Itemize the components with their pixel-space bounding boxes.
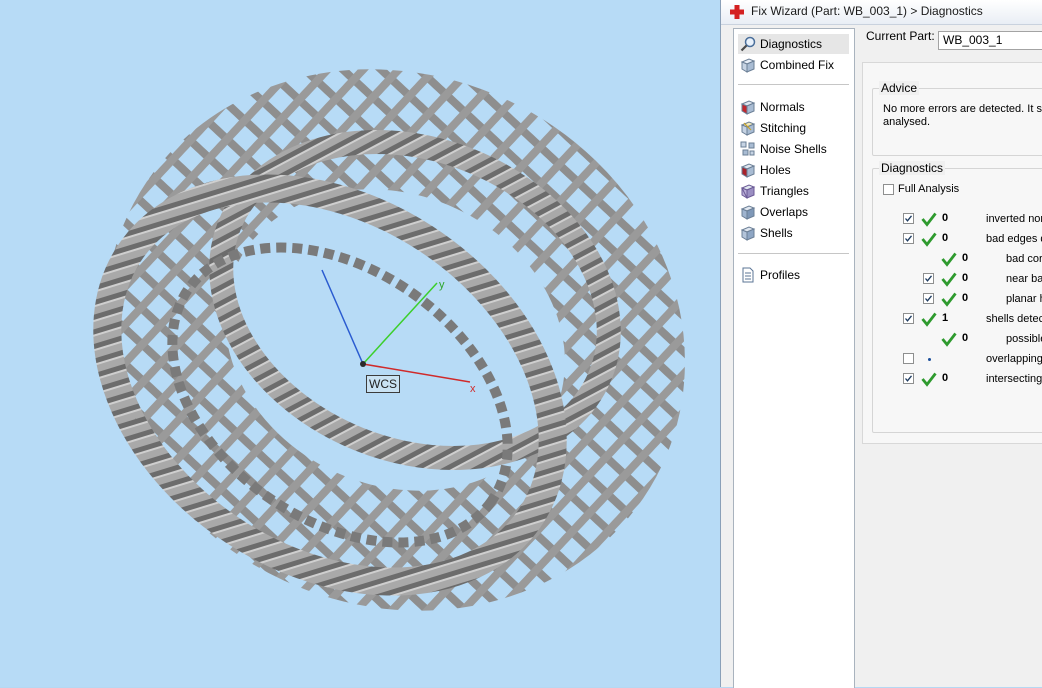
title-bar[interactable]: Fix Wizard (Part: WB_003_1) > Diagnostic… <box>721 0 1042 25</box>
shells-cube-icon <box>740 226 756 241</box>
row-count: 1 <box>942 312 949 324</box>
row-label: bad edges d <box>986 233 1042 245</box>
nav-item-profiles[interactable]: Profiles <box>738 265 849 285</box>
nav-label: Overlaps <box>760 205 809 219</box>
row-count: 0 <box>962 252 969 264</box>
row-label: overlapping <box>986 353 1042 365</box>
normals-cube-icon <box>740 100 756 115</box>
row-label: planar h <box>1006 293 1042 305</box>
nav-label: Diagnostics <box>760 37 823 51</box>
current-part-select[interactable]: WB_003_1 <box>938 31 1042 50</box>
green-check-icon <box>941 252 957 267</box>
row-count: 0 <box>942 212 949 224</box>
stitching-cube-icon <box>740 121 756 136</box>
row-count: 0 <box>962 272 969 284</box>
pending-dot-icon <box>928 358 931 361</box>
green-check-icon <box>921 212 937 227</box>
row-count: 0 <box>942 232 949 244</box>
nav-label: Shells <box>760 226 793 240</box>
row-checkbox[interactable] <box>923 293 934 304</box>
nav-label: Profiles <box>760 268 801 282</box>
full-analysis-label: Full Analysis <box>898 183 960 195</box>
wizard-navigation: Diagnostics Combined Fix Normals Stitchi… <box>733 28 855 688</box>
advice-line: No more errors are detected. It s <box>883 103 1042 115</box>
nav-item-overlaps[interactable]: Overlaps <box>738 202 849 222</box>
diagnostics-group-title: Diagnostics <box>879 161 946 175</box>
x-axis-label: x <box>470 383 476 395</box>
checkmark-icon <box>905 375 913 382</box>
origin-point <box>360 361 366 367</box>
overlaps-cube-icon <box>740 205 756 220</box>
row-checkbox[interactable] <box>903 313 914 324</box>
window-title: Fix Wizard (Part: WB_003_1) > Diagnostic… <box>751 4 983 18</box>
row-checkbox[interactable] <box>923 273 934 284</box>
checkmark-icon <box>905 215 913 222</box>
current-part-label: Current Part: <box>866 29 935 43</box>
green-check-icon <box>921 312 937 327</box>
holes-cube-icon <box>740 163 756 178</box>
cube-icon <box>740 58 756 73</box>
row-label: shells detec <box>986 313 1042 325</box>
z-axis-line <box>321 269 364 365</box>
advice-text: No more errors are detected. It s analys… <box>883 103 1042 129</box>
checkmark-icon <box>905 315 913 322</box>
row-checkbox[interactable] <box>903 213 914 224</box>
green-check-icon <box>921 232 937 247</box>
row-label: possible <box>1006 333 1042 345</box>
magnifier-icon <box>740 36 756 52</box>
3d-viewport[interactable]: y x WCS <box>0 0 720 687</box>
nav-label: Combined Fix <box>760 58 835 72</box>
nav-separator <box>738 253 849 254</box>
nav-item-triangles[interactable]: Triangles <box>738 181 849 201</box>
full-analysis-checkbox[interactable] <box>883 184 894 195</box>
green-check-icon <box>941 292 957 307</box>
nav-label: Triangles <box>760 184 809 198</box>
row-checkbox[interactable] <box>903 233 914 244</box>
nav-item-normals[interactable]: Normals <box>738 97 849 117</box>
nav-item-shells[interactable]: Shells <box>738 223 849 243</box>
row-checkbox[interactable] <box>903 373 914 384</box>
noise-shells-icon <box>740 141 755 156</box>
nav-item-stitching[interactable]: Stitching <box>738 118 849 138</box>
row-count: 0 <box>962 332 969 344</box>
nav-label: Noise Shells <box>760 142 827 156</box>
nav-separator <box>738 84 849 85</box>
advice-group-title: Advice <box>879 81 920 95</box>
row-count: 0 <box>942 372 949 384</box>
checkmark-icon <box>905 235 913 242</box>
row-label: inverted nor <box>986 213 1042 225</box>
fix-wizard-window: Fix Wizard (Part: WB_003_1) > Diagnostic… <box>720 0 1042 688</box>
green-check-icon <box>941 332 957 347</box>
nav-item-noise-shells[interactable]: Noise Shells <box>738 139 849 159</box>
y-axis-label: y <box>439 279 445 291</box>
row-label: intersecting <box>986 373 1042 385</box>
row-checkbox[interactable] <box>903 353 914 364</box>
nav-item-combined-fix[interactable]: Combined Fix <box>738 55 849 75</box>
green-check-icon <box>921 372 937 387</box>
nav-item-holes[interactable]: Holes <box>738 160 849 180</box>
nav-label: Stitching <box>760 121 807 135</box>
nav-item-diagnostics[interactable]: Diagnostics <box>738 34 849 54</box>
y-axis-line <box>362 282 438 365</box>
red-cross-icon <box>730 5 744 19</box>
profiles-document-icon <box>742 267 754 283</box>
row-label: bad cor <box>1006 253 1042 265</box>
nav-label: Normals <box>760 100 805 114</box>
checkmark-icon <box>925 275 933 282</box>
nav-label: Holes <box>760 163 791 177</box>
wcs-label: WCS <box>366 375 400 393</box>
row-label: near ba <box>1006 273 1042 285</box>
advice-line: analysed. <box>883 116 931 128</box>
checkmark-icon <box>925 295 933 302</box>
triangles-cube-icon <box>740 184 756 199</box>
row-count: 0 <box>962 292 969 304</box>
ring-model: y x <box>93 69 685 611</box>
green-check-icon <box>941 272 957 287</box>
